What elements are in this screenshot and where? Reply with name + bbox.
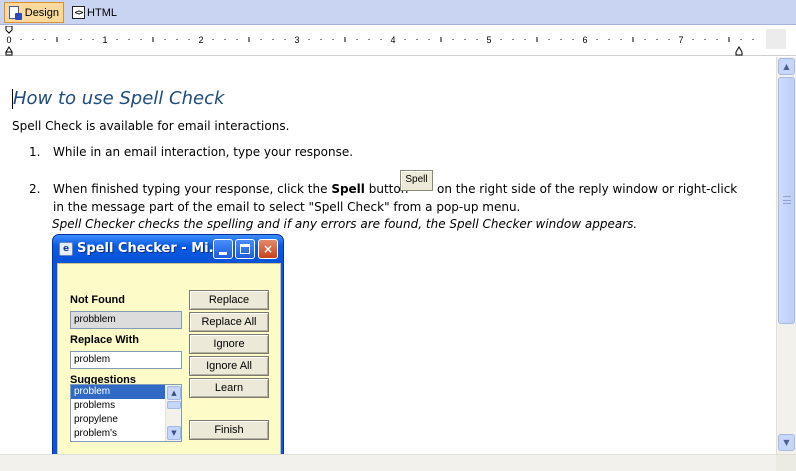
step-1-number: 1. bbox=[29, 145, 41, 159]
right-indent-marker bbox=[735, 46, 743, 56]
spell-checker-note: Spell Checker checks the spelling and if… bbox=[52, 217, 638, 231]
spell-checker-body: Not Found probblem Replace With problem … bbox=[57, 263, 281, 454]
document-canvas[interactable]: How to use Spell Check Spell Check is av… bbox=[0, 57, 776, 454]
step-2-bold-spell: Spell bbox=[331, 182, 365, 196]
learn-button: Learn bbox=[189, 378, 269, 398]
suggestion-item: problem bbox=[71, 385, 165, 399]
ruler-label: 2 bbox=[198, 35, 203, 45]
scroll-up-icon: ▲ bbox=[167, 386, 181, 400]
minimize-button bbox=[213, 239, 233, 259]
step-2-text-before: When finished typing your response, clic… bbox=[53, 182, 332, 196]
ruler: 012345678 bbox=[0, 26, 796, 56]
vertical-scrollbar[interactable]: ▲ ▼ bbox=[776, 57, 796, 454]
intro-paragraph: Spell Check is available for email inter… bbox=[12, 119, 290, 133]
design-view-icon bbox=[8, 5, 22, 20]
maximize-icon bbox=[240, 244, 250, 254]
close-icon: × bbox=[262, 242, 274, 256]
suggestion-item: propylene bbox=[74, 414, 118, 425]
tab-design-label: Design bbox=[24, 6, 59, 19]
step-1-text: While in an email interaction, type your… bbox=[53, 145, 354, 159]
spell-checker-window-image: e Spell Checker - Mi... × Not Found prob… bbox=[52, 234, 284, 454]
ruler-label: 1 bbox=[102, 35, 107, 45]
replace-with-field: problem bbox=[70, 351, 182, 369]
ruler-label: 5 bbox=[486, 35, 491, 45]
ruler-label: 3 bbox=[294, 35, 299, 45]
html-tag-icon: <> bbox=[72, 6, 86, 19]
tab-html-label: HTML bbox=[87, 6, 117, 19]
not-found-label: Not Found bbox=[70, 294, 125, 306]
spell-checker-titlebar: e Spell Checker - Mi... × bbox=[53, 235, 283, 263]
scroll-down-button[interactable]: ▼ bbox=[778, 434, 795, 451]
close-button: × bbox=[258, 239, 278, 259]
horizontal-scrollbar[interactable] bbox=[0, 454, 796, 471]
replace-all-button: Replace All bbox=[189, 312, 269, 332]
step-2-line-1-part-b: on the right side of the reply window or… bbox=[437, 182, 738, 196]
step-2-line-1-part-a: When finished typing your response, clic… bbox=[53, 181, 408, 197]
spell-checker-title: Spell Checker - Mi... bbox=[77, 241, 224, 256]
suggestions-scroll-thumb bbox=[167, 401, 181, 409]
ruler-end-marker bbox=[766, 29, 786, 49]
step-2-number: 2. bbox=[29, 182, 41, 196]
scroll-down-icon: ▼ bbox=[167, 426, 181, 440]
not-found-field: probblem bbox=[70, 311, 182, 329]
ruler-scale: 012345678 bbox=[5, 26, 786, 56]
left-indent-marker bbox=[5, 46, 13, 53]
scroll-up-button[interactable]: ▲ bbox=[778, 58, 795, 75]
ruler-label: 7 bbox=[678, 35, 683, 45]
grip-icon bbox=[783, 196, 791, 204]
ignore-all-button: Ignore All bbox=[189, 356, 269, 376]
suggestions-scrollbar: ▲ ▼ bbox=[165, 385, 181, 441]
ruler-label: 0 bbox=[6, 35, 11, 45]
first-line-indent-marker bbox=[5, 26, 13, 34]
hanging-indent-marker bbox=[5, 51, 13, 56]
ruler-label: 4 bbox=[390, 35, 395, 45]
replace-with-label: Replace With bbox=[70, 334, 139, 346]
ruler-label: 6 bbox=[582, 35, 587, 45]
suggestion-item: problem's bbox=[74, 428, 118, 439]
maximize-button bbox=[235, 239, 255, 259]
step-2-line-2: in the message part of the email to sele… bbox=[53, 200, 521, 214]
tab-design[interactable]: Design bbox=[4, 2, 64, 23]
ignore-button: Ignore bbox=[189, 334, 269, 354]
scroll-down-icon: ▼ bbox=[783, 438, 790, 447]
scrollbar-corner bbox=[776, 455, 796, 471]
suggestions-list: problem problems propylene problem's ▲ ▼ bbox=[70, 384, 182, 442]
minimize-icon bbox=[219, 252, 227, 255]
finish-button: Finish bbox=[189, 420, 269, 440]
vertical-scroll-thumb[interactable] bbox=[778, 77, 795, 324]
replace-button: Replace bbox=[189, 290, 269, 310]
page-title: How to use Spell Check bbox=[13, 88, 225, 109]
tab-html[interactable]: <> HTML bbox=[69, 2, 121, 23]
scroll-up-icon: ▲ bbox=[783, 62, 790, 71]
spell-button-image: Spell bbox=[400, 170, 433, 191]
app-window-icon: e bbox=[59, 242, 73, 256]
suggestion-item: problems bbox=[74, 400, 116, 411]
view-tab-bar: Design <> HTML bbox=[0, 0, 796, 25]
